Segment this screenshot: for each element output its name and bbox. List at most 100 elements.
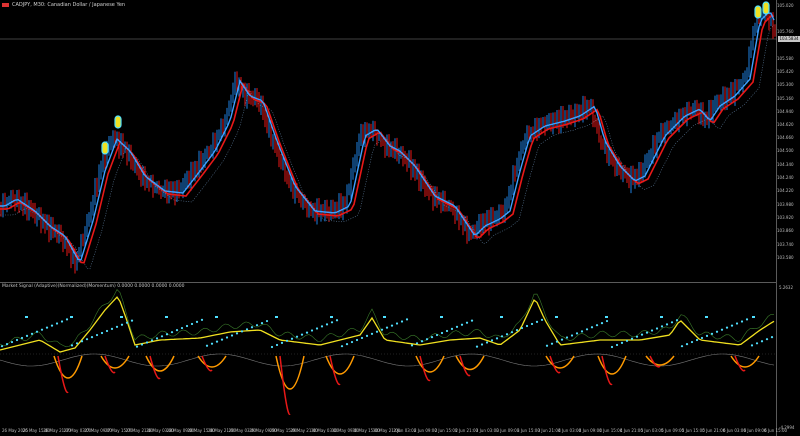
indicator-cyan-dot bbox=[280, 341, 284, 344]
indicator-cyan-dot bbox=[475, 345, 479, 348]
indicator-cyan-dot bbox=[685, 343, 689, 346]
indicator-cyan-dot bbox=[220, 338, 224, 341]
time-axis-label: 4 Jun 21:00 bbox=[620, 428, 643, 433]
indicator-cyan-dot bbox=[310, 329, 314, 332]
price-axis-label: 104.340 bbox=[777, 162, 794, 167]
indicator-negative-spike-red bbox=[149, 355, 161, 380]
indicator-cyan-dot bbox=[675, 319, 679, 322]
indicator-cyan-dot bbox=[600, 322, 604, 325]
price-axis-label: 105.160 bbox=[777, 96, 794, 101]
indicator-cyan-dot bbox=[105, 329, 109, 333]
indicator-cyan-dot bbox=[450, 327, 454, 330]
indicator-cyan-dot bbox=[695, 338, 699, 342]
indicator-cyan-dot bbox=[460, 323, 464, 326]
time-axis-label: 3 Jun 21:00 bbox=[537, 428, 561, 433]
indicator-cyan-dot bbox=[455, 325, 459, 328]
indicator-cyan-dot bbox=[545, 344, 549, 347]
indicator-cyan-dot bbox=[715, 330, 719, 333]
indicator-cyan-dot bbox=[210, 342, 214, 345]
indicator-cyan-dot bbox=[490, 339, 494, 342]
indicator-cyan-dot bbox=[765, 338, 769, 341]
indicator-cyan-dot bbox=[425, 338, 429, 341]
indicator-cyan-dot bbox=[100, 331, 104, 335]
indicator-cyan-dot bbox=[205, 344, 209, 347]
indicator-peak-marker bbox=[275, 316, 278, 318]
price-chart[interactable] bbox=[0, 0, 800, 436]
indicator-cyan-dot bbox=[80, 340, 84, 343]
time-axis-label: 4 Jun 09:00 bbox=[578, 428, 602, 433]
indicator-max-label: 5.2632 bbox=[779, 285, 793, 290]
indicator-cyan-dot bbox=[630, 337, 634, 340]
indicator-cyan-dot bbox=[610, 345, 614, 349]
indicator-cyan-dot bbox=[350, 340, 354, 344]
indicator-cyan-dot bbox=[650, 329, 654, 332]
indicator-cyan-dot bbox=[700, 336, 704, 340]
indicator-cyan-dot bbox=[355, 338, 359, 342]
indicator-cyan-dot bbox=[275, 343, 279, 347]
indicator-cyan-dot bbox=[405, 318, 409, 321]
indicator-cyan-dot bbox=[505, 333, 509, 336]
price-axis-label: 103.920 bbox=[777, 215, 794, 220]
indicator-cyan-dot bbox=[165, 333, 169, 336]
indicator-cyan-dot bbox=[290, 337, 294, 340]
indicator-min-label: -4.2994 bbox=[779, 425, 795, 430]
indicator-cyan-dot bbox=[515, 329, 519, 332]
indicator-cyan-dot bbox=[445, 329, 449, 333]
indicator-cyan-dot bbox=[585, 328, 589, 331]
indicator-cyan-dot bbox=[245, 328, 249, 331]
indicator-cyan-dot bbox=[535, 320, 539, 323]
indicator-cyan-dot bbox=[745, 318, 749, 321]
indicator-cyan-dot bbox=[640, 333, 644, 336]
indicator-peak-marker bbox=[605, 316, 608, 318]
indicator-cyan-dot bbox=[125, 321, 129, 324]
price-axis-label: 104.220 bbox=[777, 188, 794, 193]
indicator-cyan-dot bbox=[190, 322, 194, 326]
signal-marker-icon bbox=[754, 5, 762, 19]
indicator-cyan-dot bbox=[225, 336, 229, 339]
indicator-title: Market Signal (Adaptive)(Normalized)(Mom… bbox=[2, 284, 185, 289]
indicator-cyan-dot bbox=[175, 329, 179, 332]
indicator-peak-marker bbox=[70, 316, 73, 318]
indicator-cyan-dot bbox=[95, 333, 99, 337]
indicator-cyan-dot bbox=[335, 319, 339, 322]
indicator-cyan-dot bbox=[605, 319, 609, 323]
indicator-cyan-dot bbox=[465, 321, 469, 324]
indicator-cyan-dot bbox=[305, 331, 309, 334]
indicator-cyan-dot bbox=[570, 334, 574, 337]
indicator-cyan-dot bbox=[230, 334, 234, 337]
time-axis-label: 3 Jun 09:00 bbox=[496, 428, 520, 433]
price-axis-label: 105.760 bbox=[777, 29, 794, 34]
price-axis-label: 105.420 bbox=[777, 69, 794, 74]
indicator-cyan-dot bbox=[705, 334, 709, 337]
indicator-cyan-dot bbox=[625, 339, 629, 342]
time-axis-label: 2 Jun 09:00 bbox=[414, 428, 437, 433]
signal-marker-icon bbox=[762, 1, 770, 15]
time-axis-label: 4 Jun 03:00 bbox=[558, 428, 582, 433]
indicator-cyan-dot bbox=[565, 336, 569, 339]
time-axis-label: 5 Jun 15:00 bbox=[681, 428, 705, 433]
indicator-cyan-dot bbox=[70, 344, 74, 347]
indicator-cyan-dot bbox=[25, 334, 29, 337]
indicator-cyan-dot bbox=[360, 336, 364, 340]
indicator-cyan-dot bbox=[10, 340, 14, 344]
indicator-cyan-dot bbox=[435, 333, 439, 337]
indicator-cyan-dot bbox=[65, 318, 69, 321]
time-axis-label: 6 Jun 03:00 bbox=[723, 428, 746, 433]
indicator-cyan-dot bbox=[285, 339, 289, 342]
indicator-cyan-dot bbox=[325, 323, 329, 326]
indicator-cyan-dot bbox=[720, 328, 724, 331]
indicator-cyan-dot bbox=[530, 322, 534, 326]
price-axis-label: 105.020 bbox=[777, 3, 794, 8]
indicator-cyan-dot bbox=[735, 322, 739, 325]
indicator-cyan-dot bbox=[660, 325, 664, 328]
indicator-cyan-dot bbox=[235, 332, 239, 335]
indicator-cyan-dot bbox=[385, 326, 389, 329]
indicator-cyan-dot bbox=[240, 330, 244, 333]
indicator-cyan-dot bbox=[615, 343, 619, 347]
price-axis-label: 104.940 bbox=[777, 109, 794, 114]
time-axis-label: 4 Jun 15:00 bbox=[599, 428, 623, 433]
time-axis-label: 5 Jun 03:00 bbox=[640, 428, 664, 433]
indicator-cyan-dot bbox=[370, 332, 374, 335]
price-axis-label: 103.980 bbox=[777, 202, 794, 207]
indicator-cyan-dot bbox=[740, 320, 744, 323]
